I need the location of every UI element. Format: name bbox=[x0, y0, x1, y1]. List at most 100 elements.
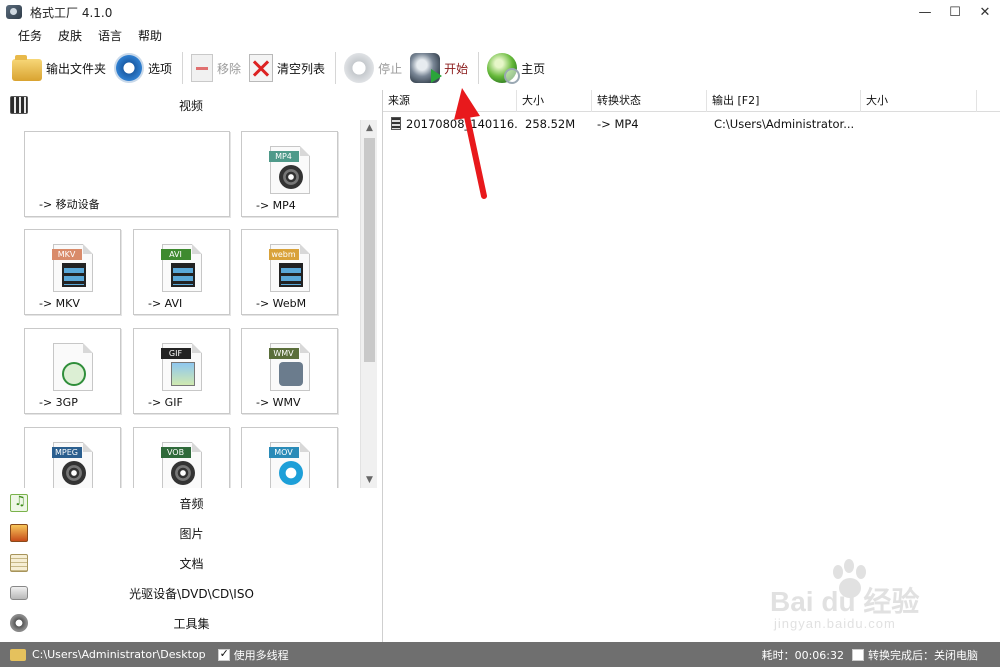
mpeg-file-icon: MPEG bbox=[51, 442, 93, 488]
tile-webm[interactable]: webm -> WebM bbox=[241, 229, 338, 315]
after-complete-checkbox[interactable] bbox=[852, 648, 864, 661]
video-clapper-icon bbox=[10, 96, 28, 114]
menu-skin[interactable]: 皮肤 bbox=[50, 27, 90, 44]
film-reel-icon bbox=[278, 165, 303, 189]
toolbar-divider bbox=[478, 52, 480, 84]
mkv-file-icon: MKV bbox=[51, 244, 93, 292]
tile-wmv[interactable]: WMV -> WMV bbox=[241, 328, 338, 414]
image-icon bbox=[10, 524, 28, 542]
film-strip-icon bbox=[61, 263, 86, 287]
vob-file-icon: VOB bbox=[160, 442, 202, 488]
output-folder-button[interactable]: 输出文件夹 bbox=[12, 50, 106, 86]
stop-icon bbox=[344, 53, 375, 83]
tile-gif[interactable]: GIF -> GIF bbox=[133, 328, 230, 414]
maximize-button[interactable]: ☐ bbox=[940, 0, 970, 24]
video-format-grid: -> 移动设备 MP4 -> MP4 MKV -> MKV AVI -> AVI bbox=[0, 120, 383, 488]
output-path: C:\Users\Administrator\Desktop bbox=[32, 648, 206, 661]
category-disc[interactable]: 光驱设备\DVD\CD\ISO bbox=[0, 578, 383, 608]
window-title: 格式工厂 4.1.0 bbox=[30, 5, 113, 20]
clear-list-label: 清空列表 bbox=[277, 61, 326, 76]
category-image-label: 图片 bbox=[179, 526, 204, 541]
file-tag: MPEG bbox=[51, 447, 82, 458]
category-document-label: 文档 bbox=[179, 556, 204, 571]
category-tools[interactable]: 工具集 bbox=[0, 608, 383, 638]
scroll-up-icon[interactable]: ▲ bbox=[361, 120, 378, 136]
tile-avi[interactable]: AVI -> AVI bbox=[133, 229, 230, 315]
status-bar: C:\Users\Administrator\Desktop 使用多线程 耗时：… bbox=[0, 642, 1000, 667]
status-right: 耗时：00:06:32 转换完成后：关闭电脑 bbox=[762, 647, 978, 663]
category-panel: 视频 -> 移动设备 MP4 -> MP4 MKV -> MKV AVI -> … bbox=[0, 90, 383, 642]
home-globe-icon bbox=[487, 53, 521, 84]
category-document[interactable]: 文档 bbox=[0, 548, 383, 578]
options-button[interactable]: 选项 bbox=[114, 50, 172, 86]
film-reel-icon bbox=[61, 461, 86, 485]
multithread-checkbox[interactable] bbox=[217, 647, 230, 661]
tile-mkv[interactable]: MKV -> MKV bbox=[24, 229, 121, 315]
start-button[interactable]: 开始 bbox=[410, 50, 468, 86]
column-size[interactable]: 大小 bbox=[517, 90, 592, 112]
app-logo-icon bbox=[6, 5, 22, 19]
music-note-icon bbox=[10, 494, 28, 512]
tile-label: -> MP4 bbox=[256, 199, 296, 212]
column-status[interactable]: 转换状态 bbox=[592, 90, 707, 112]
scroll-thumb[interactable] bbox=[364, 138, 375, 362]
elapsed-time: 耗时：00:06:32 bbox=[761, 648, 844, 662]
wmv-file-icon: WMV bbox=[268, 343, 310, 391]
tile-label: -> GIF bbox=[148, 396, 183, 409]
menu-language[interactable]: 语言 bbox=[90, 27, 130, 44]
disc-drive-icon bbox=[10, 586, 28, 600]
column-output[interactable]: 输出 [F2] bbox=[707, 90, 861, 112]
menu-task[interactable]: 任务 bbox=[10, 27, 50, 44]
file-tag: GIF bbox=[160, 348, 191, 359]
options-gear-icon bbox=[114, 53, 145, 83]
home-button[interactable]: 主页 bbox=[487, 50, 545, 86]
tile-3gp[interactable]: -> 3GP bbox=[24, 328, 121, 414]
watermark-url: jingyan.baidu.com bbox=[774, 616, 896, 631]
tile-mov[interactable]: MOV bbox=[241, 427, 338, 488]
3gp-file-icon bbox=[52, 343, 93, 391]
category-audio[interactable]: 音频 bbox=[0, 488, 383, 518]
annotation-arrow bbox=[454, 88, 487, 199]
toolbar-divider bbox=[335, 52, 337, 84]
category-disc-label: 光驱设备\DVD\CD\ISO bbox=[129, 586, 254, 601]
gif-file-icon: GIF bbox=[160, 343, 202, 391]
title-bar: 格式工厂 4.1.0 — ☐ ✕ bbox=[0, 0, 1000, 24]
other-categories: 音频 图片 文档 光驱设备\DVD\CD\ISO 工具集 bbox=[0, 488, 383, 638]
clear-list-button[interactable]: 清空列表 bbox=[249, 50, 325, 86]
multithread-label: 使用多线程 bbox=[233, 648, 289, 662]
tile-mpeg[interactable]: MPEG bbox=[24, 427, 121, 488]
start-icon bbox=[410, 53, 443, 83]
row-size: 258.52M bbox=[525, 117, 576, 131]
column-output-size[interactable]: 大小 bbox=[861, 90, 977, 112]
3gp-glyph-icon bbox=[61, 362, 86, 386]
film-strip-icon bbox=[278, 263, 303, 287]
file-tag: MKV bbox=[51, 249, 82, 260]
close-button[interactable]: ✕ bbox=[970, 0, 1000, 24]
category-video[interactable]: 视频 bbox=[0, 90, 382, 120]
category-image[interactable]: 图片 bbox=[0, 518, 383, 548]
avi-file-icon: AVI bbox=[160, 244, 202, 292]
tools-gear-icon bbox=[10, 614, 28, 632]
minimize-button[interactable]: — bbox=[910, 0, 940, 24]
tile-vob[interactable]: VOB bbox=[133, 427, 230, 488]
remove-label: 移除 bbox=[217, 61, 242, 76]
output-folder-icon[interactable] bbox=[10, 648, 26, 661]
menu-help[interactable]: 帮助 bbox=[130, 27, 170, 44]
tile-label: -> WebM bbox=[256, 297, 307, 310]
mov-file-icon: MOV bbox=[268, 442, 310, 488]
scroll-down-icon[interactable]: ▼ bbox=[361, 472, 378, 488]
tile-mp4[interactable]: MP4 -> MP4 bbox=[241, 131, 338, 217]
category-scrollbar[interactable]: ▲ ▼ bbox=[360, 120, 377, 488]
baidu-watermark: Bai du 经验 jingyan.baidu.com bbox=[770, 559, 980, 640]
remove-icon bbox=[191, 54, 214, 82]
stop-button[interactable]: 停止 bbox=[344, 50, 402, 86]
tile-label: -> 3GP bbox=[39, 396, 78, 409]
clear-list-icon bbox=[249, 54, 274, 82]
category-audio-label: 音频 bbox=[179, 496, 204, 511]
tile-mobile-device[interactable]: -> 移动设备 bbox=[24, 131, 230, 217]
tile-label: -> WMV bbox=[256, 396, 301, 409]
webm-file-icon: webm bbox=[268, 244, 310, 292]
remove-button[interactable]: 移除 bbox=[191, 50, 241, 86]
quicktime-icon bbox=[278, 461, 303, 485]
file-tag: WMV bbox=[268, 348, 299, 359]
